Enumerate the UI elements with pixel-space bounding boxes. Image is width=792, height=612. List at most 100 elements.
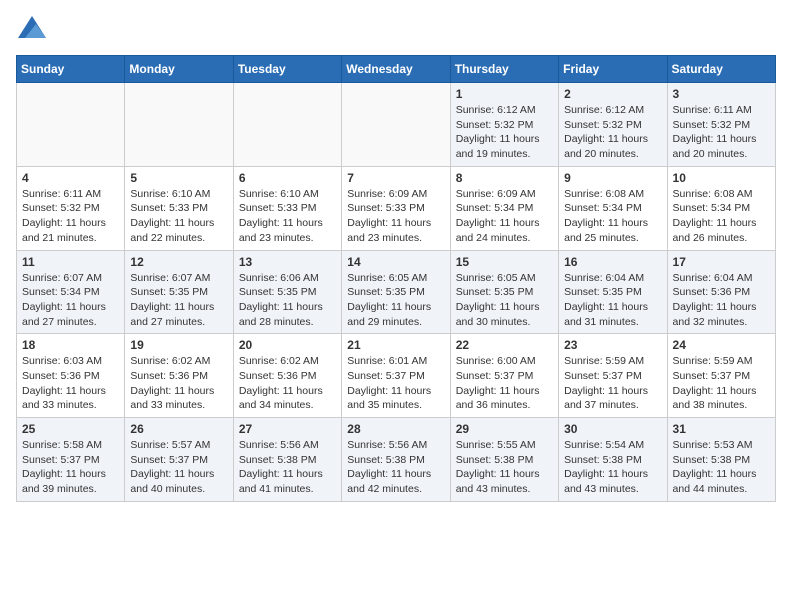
day-number: 1 (456, 87, 553, 101)
day-info: Sunrise: 6:02 AMSunset: 5:36 PMDaylight:… (239, 354, 336, 413)
week-row-1: 1 Sunrise: 6:12 AMSunset: 5:32 PMDaylight… (17, 83, 776, 167)
day-info: Sunrise: 5:54 AMSunset: 5:38 PMDaylight:… (564, 438, 661, 497)
calendar-cell: 23 Sunrise: 5:59 AMSunset: 5:37 PMDayligh… (559, 334, 667, 418)
day-info: Sunrise: 5:59 AMSunset: 5:37 PMDaylight:… (673, 354, 770, 413)
day-number: 10 (673, 171, 770, 185)
calendar-cell: 1 Sunrise: 6:12 AMSunset: 5:32 PMDaylight… (450, 83, 558, 167)
calendar-cell: 10 Sunrise: 6:08 AMSunset: 5:34 PMDayligh… (667, 166, 775, 250)
weekday-header-monday: Monday (125, 56, 233, 83)
day-number: 25 (22, 422, 119, 436)
day-number: 2 (564, 87, 661, 101)
day-info: Sunrise: 6:10 AMSunset: 5:33 PMDaylight:… (130, 187, 227, 246)
day-info: Sunrise: 5:59 AMSunset: 5:37 PMDaylight:… (564, 354, 661, 413)
calendar-cell: 7 Sunrise: 6:09 AMSunset: 5:33 PMDaylight… (342, 166, 450, 250)
day-number: 17 (673, 255, 770, 269)
calendar-cell: 24 Sunrise: 5:59 AMSunset: 5:37 PMDayligh… (667, 334, 775, 418)
day-info: Sunrise: 6:00 AMSunset: 5:37 PMDaylight:… (456, 354, 553, 413)
day-number: 23 (564, 338, 661, 352)
day-number: 16 (564, 255, 661, 269)
calendar-cell: 11 Sunrise: 6:07 AMSunset: 5:34 PMDayligh… (17, 250, 125, 334)
day-info: Sunrise: 6:04 AMSunset: 5:36 PMDaylight:… (673, 271, 770, 330)
calendar-cell: 22 Sunrise: 6:00 AMSunset: 5:37 PMDayligh… (450, 334, 558, 418)
day-number: 13 (239, 255, 336, 269)
calendar-table: SundayMondayTuesdayWednesdayThursdayFrid… (16, 55, 776, 502)
calendar-cell: 9 Sunrise: 6:08 AMSunset: 5:34 PMDaylight… (559, 166, 667, 250)
day-number: 24 (673, 338, 770, 352)
day-number: 3 (673, 87, 770, 101)
day-info: Sunrise: 6:07 AMSunset: 5:35 PMDaylight:… (130, 271, 227, 330)
calendar-cell: 20 Sunrise: 6:02 AMSunset: 5:36 PMDayligh… (233, 334, 341, 418)
day-info: Sunrise: 6:11 AMSunset: 5:32 PMDaylight:… (22, 187, 119, 246)
day-number: 29 (456, 422, 553, 436)
page-header (16, 16, 776, 43)
day-number: 8 (456, 171, 553, 185)
weekday-header-thursday: Thursday (450, 56, 558, 83)
day-number: 11 (22, 255, 119, 269)
day-info: Sunrise: 6:08 AMSunset: 5:34 PMDaylight:… (564, 187, 661, 246)
day-number: 15 (456, 255, 553, 269)
day-number: 12 (130, 255, 227, 269)
day-info: Sunrise: 6:06 AMSunset: 5:35 PMDaylight:… (239, 271, 336, 330)
weekday-header-wednesday: Wednesday (342, 56, 450, 83)
logo-text (16, 16, 46, 43)
day-number: 5 (130, 171, 227, 185)
weekday-header-saturday: Saturday (667, 56, 775, 83)
day-info: Sunrise: 6:07 AMSunset: 5:34 PMDaylight:… (22, 271, 119, 330)
day-number: 7 (347, 171, 444, 185)
calendar-cell: 18Sunrise: 6:03 AMSunset: 5:36 PMDayligh… (17, 334, 125, 418)
day-number: 9 (564, 171, 661, 185)
day-info: Sunrise: 6:12 AMSunset: 5:32 PMDaylight:… (456, 103, 553, 162)
calendar-cell: 19 Sunrise: 6:02 AMSunset: 5:36 PMDayligh… (125, 334, 233, 418)
weekday-header-row: SundayMondayTuesdayWednesdayThursdayFrid… (17, 56, 776, 83)
week-row-2: 4Sunrise: 6:11 AMSunset: 5:32 PMDaylight… (17, 166, 776, 250)
calendar-cell: 21 Sunrise: 6:01 AMSunset: 5:37 PMDayligh… (342, 334, 450, 418)
calendar-cell: 14 Sunrise: 6:05 AMSunset: 5:35 PMDayligh… (342, 250, 450, 334)
calendar-cell: 31Sunrise: 5:53 AMSunset: 5:38 PMDayligh… (667, 418, 775, 502)
day-number: 27 (239, 422, 336, 436)
day-info: Sunrise: 6:05 AMSunset: 5:35 PMDaylight:… (347, 271, 444, 330)
calendar-body: 1 Sunrise: 6:12 AMSunset: 5:32 PMDaylight… (17, 83, 776, 502)
day-number: 28 (347, 422, 444, 436)
day-info: Sunrise: 5:56 AMSunset: 5:38 PMDaylight:… (347, 438, 444, 497)
day-info: Sunrise: 5:53 AMSunset: 5:38 PMDaylight:… (673, 438, 770, 497)
day-info: Sunrise: 6:09 AMSunset: 5:34 PMDaylight:… (456, 187, 553, 246)
calendar-cell: 5 Sunrise: 6:10 AMSunset: 5:33 PMDaylight… (125, 166, 233, 250)
calendar-cell: 13 Sunrise: 6:06 AMSunset: 5:35 PMDayligh… (233, 250, 341, 334)
calendar-cell: 30Sunrise: 5:54 AMSunset: 5:38 PMDayligh… (559, 418, 667, 502)
day-info: Sunrise: 6:02 AMSunset: 5:36 PMDaylight:… (130, 354, 227, 413)
calendar-cell (125, 83, 233, 167)
calendar-cell: 8 Sunrise: 6:09 AMSunset: 5:34 PMDaylight… (450, 166, 558, 250)
calendar-cell: 28 Sunrise: 5:56 AMSunset: 5:38 PMDayligh… (342, 418, 450, 502)
logo (16, 16, 46, 43)
day-info: Sunrise: 6:10 AMSunset: 5:33 PMDaylight:… (239, 187, 336, 246)
calendar-cell: 6 Sunrise: 6:10 AMSunset: 5:33 PMDaylight… (233, 166, 341, 250)
calendar-cell: 16 Sunrise: 6:04 AMSunset: 5:35 PMDayligh… (559, 250, 667, 334)
calendar-cell: 17 Sunrise: 6:04 AMSunset: 5:36 PMDayligh… (667, 250, 775, 334)
calendar-cell: 26Sunrise: 5:57 AMSunset: 5:37 PMDayligh… (125, 418, 233, 502)
week-row-5: 25 Sunrise: 5:58 AMSunset: 5:37 PMDayligh… (17, 418, 776, 502)
day-info: Sunrise: 6:04 AMSunset: 5:35 PMDaylight:… (564, 271, 661, 330)
day-info: Sunrise: 6:05 AMSunset: 5:35 PMDaylight:… (456, 271, 553, 330)
calendar-cell (17, 83, 125, 167)
day-number: 19 (130, 338, 227, 352)
calendar-cell: 15 Sunrise: 6:05 AMSunset: 5:35 PMDayligh… (450, 250, 558, 334)
logo-icon (18, 16, 46, 38)
calendar-cell: 3Sunrise: 6:11 AMSunset: 5:32 PMDaylight… (667, 83, 775, 167)
day-info: Sunrise: 6:08 AMSunset: 5:34 PMDaylight:… (673, 187, 770, 246)
calendar-cell: 29Sunrise: 5:55 AMSunset: 5:38 PMDayligh… (450, 418, 558, 502)
weekday-header-friday: Friday (559, 56, 667, 83)
day-number: 21 (347, 338, 444, 352)
day-number: 14 (347, 255, 444, 269)
week-row-3: 11 Sunrise: 6:07 AMSunset: 5:34 PMDayligh… (17, 250, 776, 334)
calendar-cell: 2Sunrise: 6:12 AMSunset: 5:32 PMDaylight… (559, 83, 667, 167)
day-number: 6 (239, 171, 336, 185)
day-info: Sunrise: 6:09 AMSunset: 5:33 PMDaylight:… (347, 187, 444, 246)
calendar-cell: 27Sunrise: 5:56 AMSunset: 5:38 PMDayligh… (233, 418, 341, 502)
calendar-header: SundayMondayTuesdayWednesdayThursdayFrid… (17, 56, 776, 83)
day-number: 22 (456, 338, 553, 352)
day-number: 20 (239, 338, 336, 352)
day-info: Sunrise: 6:01 AMSunset: 5:37 PMDaylight:… (347, 354, 444, 413)
day-info: Sunrise: 5:58 AMSunset: 5:37 PMDaylight:… (22, 438, 119, 497)
calendar-cell: 12 Sunrise: 6:07 AMSunset: 5:35 PMDayligh… (125, 250, 233, 334)
day-number: 26 (130, 422, 227, 436)
